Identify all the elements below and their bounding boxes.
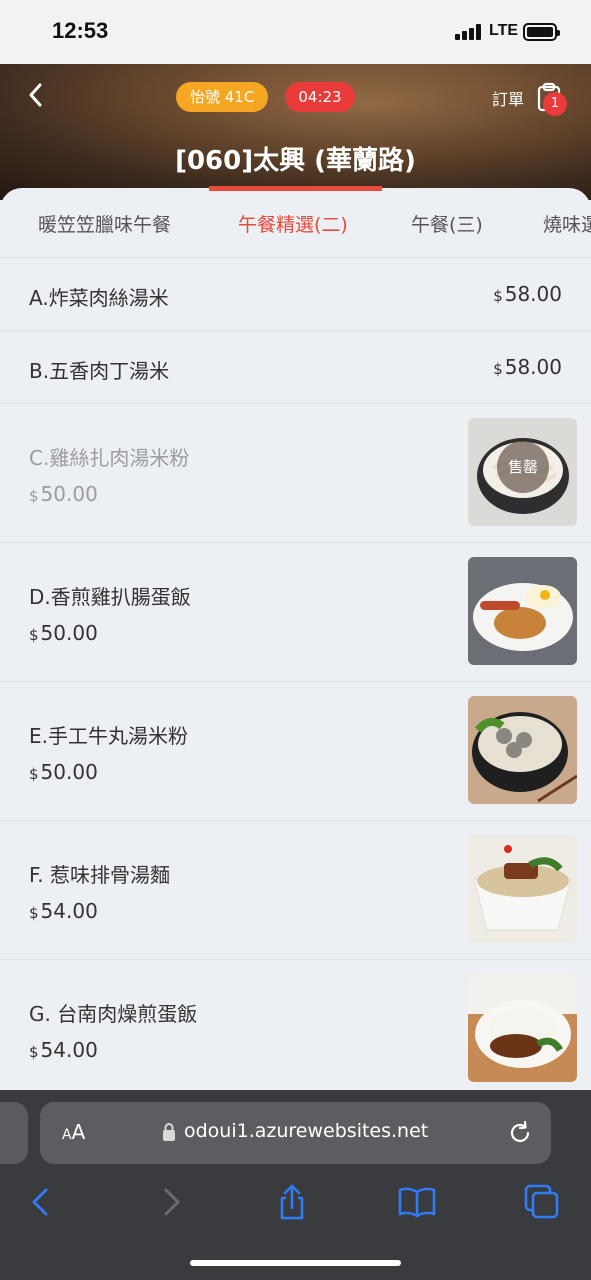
menu-item[interactable]: D.香煎雞扒腸蛋飯 $50.00 [0,543,591,682]
menu-item[interactable]: G. 台南肉燥煎蛋飯 $54.00 [0,960,591,1099]
tabs-icon[interactable] [522,1182,562,1222]
item-name: C.雞絲扎肉湯米粉 [29,446,190,470]
store-header: 怡號 41C 04:23 訂單 [060]太興 (華蘭路) [0,64,591,200]
menu-item[interactable]: B.五香肉丁湯米 $58.00 [0,331,591,404]
tab-lunch-selection-2[interactable]: 午餐精選(二) [238,210,348,237]
back-button[interactable] [22,80,52,110]
item-price: $50.00 [29,621,98,645]
signal-icon [455,24,483,40]
address-bar[interactable]: AA odoui1.azurewebsites.net [40,1102,551,1164]
browser-forward-icon[interactable] [150,1182,190,1222]
home-indicator [190,1260,401,1266]
item-price: $54.00 [29,1038,98,1062]
item-name: F. 惹味排骨湯麵 [29,863,171,887]
battery-icon [523,23,560,41]
timer-badge: 04:23 [285,82,355,112]
item-price: $58.00 [493,355,562,379]
sold-out-badge: 售罄 [497,441,549,493]
item-name: G. 台南肉燥煎蛋飯 [29,1002,198,1026]
order-label[interactable]: 訂單 [492,86,524,110]
tab-roast[interactable]: 燒味選 [543,210,591,237]
item-name: E.手工牛丸湯米粉 [29,724,188,748]
url-text: odoui1.azurewebsites.net [184,1120,429,1142]
queue-number-badge: 怡號 41C [176,82,269,112]
category-tabs: 暖笠笠臘味午餐 午餐精選(二) 午餐(三) 燒味選 [0,188,591,258]
previous-tab-preview[interactable] [0,1102,28,1164]
tab-winter-lunch[interactable]: 暖笠笠臘味午餐 [38,210,171,237]
browser-back-icon[interactable] [22,1182,62,1222]
item-price: $58.00 [493,282,562,306]
noodle-soup-image: 售罄 [468,418,577,526]
share-icon[interactable] [272,1182,312,1222]
menu-item[interactable]: E.手工牛丸湯米粉 $50.00 [0,682,591,821]
network-label: LTE [489,22,519,39]
status-bar: 12:53 LTE [0,0,591,64]
beef-ball-noodle-image [468,696,577,804]
tab-lunch-3[interactable]: 午餐(三) [411,210,483,237]
menu-list: A.炸菜肉絲湯米 $58.00 B.五香肉丁湯米 $58.00 C.雞絲扎肉湯米… [0,258,591,1099]
menu-item-sold-out[interactable]: C.雞絲扎肉湯米粉 $50.00 售罄 [0,404,591,543]
browser-toolbar: AA odoui1.azurewebsites.net [0,1090,591,1280]
menu-item[interactable]: A.炸菜肉絲湯米 $58.00 [0,258,591,331]
item-price: $50.00 [29,760,98,784]
item-price: $50.00 [29,482,98,506]
pork-rib-noodle-image [468,835,577,943]
chevron-left-icon [29,83,42,107]
active-tab-indicator [209,186,382,191]
order-count-badge: 1 [543,92,567,116]
menu-item[interactable]: F. 惹味排骨湯麵 $54.00 [0,821,591,960]
lock-icon [163,1123,175,1141]
item-name: A.炸菜肉絲湯米 [29,286,169,310]
status-time: 12:53 [52,18,109,43]
item-name: D.香煎雞扒腸蛋飯 [29,585,191,609]
reader-settings-button[interactable]: AA [62,1120,85,1144]
minced-pork-rice-image [468,974,577,1082]
chicken-sausage-egg-image [468,557,577,665]
store-title: [060]太興 (華蘭路) [175,146,416,176]
bookmarks-icon[interactable] [397,1182,437,1222]
item-price: $54.00 [29,899,98,923]
reload-icon[interactable] [507,1120,533,1146]
item-name: B.五香肉丁湯米 [29,359,170,383]
